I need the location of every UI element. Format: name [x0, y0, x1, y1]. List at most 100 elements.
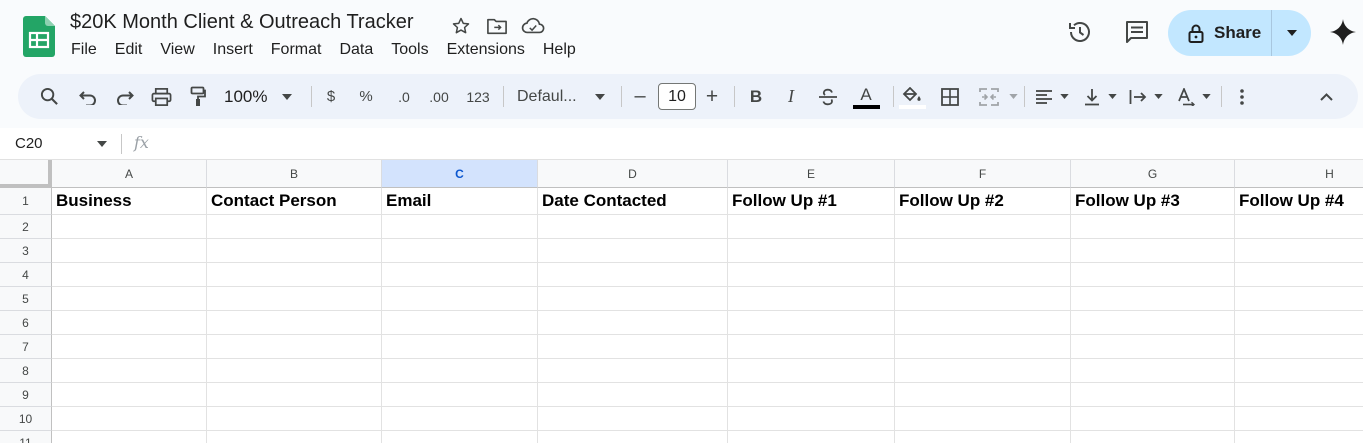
star-icon[interactable] — [449, 14, 473, 38]
cell-e5[interactable] — [728, 287, 895, 311]
cell-g9[interactable] — [1071, 383, 1235, 407]
cell-d2[interactable] — [538, 215, 728, 239]
cell-h3[interactable] — [1235, 239, 1363, 263]
horizontal-align-icon[interactable] — [1032, 74, 1056, 119]
cell-d6[interactable] — [538, 311, 728, 335]
cell-d8[interactable] — [538, 359, 728, 383]
menu-extensions[interactable]: Extensions — [447, 41, 525, 59]
cell-c5[interactable] — [382, 287, 538, 311]
zoom-dropdown-icon[interactable] — [279, 74, 295, 119]
cell-f8[interactable] — [895, 359, 1071, 383]
name-box[interactable]: C20 — [15, 135, 43, 152]
cell-e11[interactable] — [728, 431, 895, 443]
cell-h6[interactable] — [1235, 311, 1363, 335]
cell-b8[interactable] — [207, 359, 382, 383]
decrease-font-size-button[interactable]: – — [630, 74, 650, 119]
menu-help[interactable]: Help — [543, 41, 576, 59]
menu-data[interactable]: Data — [339, 41, 373, 59]
row-header-11[interactable]: 11 — [0, 431, 52, 443]
menu-insert[interactable]: Insert — [213, 41, 253, 59]
cell-g10[interactable] — [1071, 407, 1235, 431]
cell-b10[interactable] — [207, 407, 382, 431]
cell-a1[interactable]: Business — [52, 188, 207, 215]
cell-c6[interactable] — [382, 311, 538, 335]
cell-f10[interactable] — [895, 407, 1071, 431]
cell-f5[interactable] — [895, 287, 1071, 311]
increase-decimal-button[interactable]: .00 — [426, 74, 452, 119]
cell-g5[interactable] — [1071, 287, 1235, 311]
cell-b11[interactable] — [207, 431, 382, 443]
column-header-g[interactable]: G — [1071, 160, 1235, 188]
cell-g4[interactable] — [1071, 263, 1235, 287]
cell-e10[interactable] — [728, 407, 895, 431]
cell-a3[interactable] — [52, 239, 207, 263]
cell-f3[interactable] — [895, 239, 1071, 263]
cell-g11[interactable] — [1071, 431, 1235, 443]
cloud-status-icon[interactable] — [521, 14, 545, 38]
cell-g1[interactable]: Follow Up #3 — [1071, 188, 1235, 215]
cell-f9[interactable] — [895, 383, 1071, 407]
cell-f2[interactable] — [895, 215, 1071, 239]
text-rotation-icon[interactable] — [1174, 74, 1198, 119]
cell-g7[interactable] — [1071, 335, 1235, 359]
column-header-b[interactable]: B — [207, 160, 382, 188]
cell-b6[interactable] — [207, 311, 382, 335]
version-history-icon[interactable] — [1066, 18, 1094, 46]
search-menus-icon[interactable] — [36, 74, 62, 119]
fill-color-button[interactable] — [898, 74, 926, 119]
currency-format-button[interactable]: $ — [322, 74, 340, 119]
cell-e8[interactable] — [728, 359, 895, 383]
column-header-e[interactable]: E — [728, 160, 895, 188]
undo-icon[interactable] — [75, 74, 101, 119]
row-header-2[interactable]: 2 — [0, 215, 52, 239]
cell-f1[interactable]: Follow Up #2 — [895, 188, 1071, 215]
italic-button[interactable]: I — [780, 74, 802, 119]
text-wrapping-icon[interactable] — [1126, 74, 1150, 119]
more-formats-button[interactable]: 123 — [464, 74, 492, 119]
row-header-1[interactable]: 1 — [0, 188, 52, 215]
cell-b4[interactable] — [207, 263, 382, 287]
cell-b5[interactable] — [207, 287, 382, 311]
cell-d1[interactable]: Date Contacted — [538, 188, 728, 215]
row-header-7[interactable]: 7 — [0, 335, 52, 359]
text-rotation-dropdown-icon[interactable] — [1200, 74, 1212, 119]
cell-h2[interactable] — [1235, 215, 1363, 239]
cell-c1[interactable]: Email — [382, 188, 538, 215]
cell-g8[interactable] — [1071, 359, 1235, 383]
strikethrough-icon[interactable] — [816, 74, 840, 119]
cell-a4[interactable] — [52, 263, 207, 287]
collapse-menus-icon[interactable] — [1315, 74, 1337, 119]
zoom-select[interactable]: 100% — [224, 74, 272, 119]
select-all-corner[interactable] — [0, 160, 52, 188]
move-to-folder-icon[interactable] — [485, 14, 509, 38]
cell-c9[interactable] — [382, 383, 538, 407]
row-header-8[interactable]: 8 — [0, 359, 52, 383]
row-header-4[interactable]: 4 — [0, 263, 52, 287]
cell-d4[interactable] — [538, 263, 728, 287]
cell-d11[interactable] — [538, 431, 728, 443]
more-options-icon[interactable] — [1232, 74, 1252, 119]
row-header-5[interactable]: 5 — [0, 287, 52, 311]
cell-g2[interactable] — [1071, 215, 1235, 239]
document-title[interactable]: $20K Month Client & Outreach Tracker — [70, 11, 414, 34]
cell-a2[interactable] — [52, 215, 207, 239]
cell-h11[interactable] — [1235, 431, 1363, 443]
cell-h5[interactable] — [1235, 287, 1363, 311]
cell-b2[interactable] — [207, 215, 382, 239]
menu-file[interactable]: File — [71, 41, 97, 59]
print-icon[interactable] — [148, 74, 174, 119]
cell-a7[interactable] — [52, 335, 207, 359]
name-box-dropdown-icon[interactable] — [97, 141, 107, 147]
cell-d10[interactable] — [538, 407, 728, 431]
cell-h4[interactable] — [1235, 263, 1363, 287]
column-header-a[interactable]: A — [52, 160, 207, 188]
row-header-9[interactable]: 9 — [0, 383, 52, 407]
increase-font-size-button[interactable]: + — [702, 74, 722, 119]
row-header-6[interactable]: 6 — [0, 311, 52, 335]
cell-h10[interactable] — [1235, 407, 1363, 431]
vertical-align-icon[interactable] — [1080, 74, 1104, 119]
cell-f11[interactable] — [895, 431, 1071, 443]
font-select[interactable]: Defaul... — [517, 74, 585, 119]
cell-c2[interactable] — [382, 215, 538, 239]
share-button[interactable]: Share — [1168, 10, 1272, 56]
